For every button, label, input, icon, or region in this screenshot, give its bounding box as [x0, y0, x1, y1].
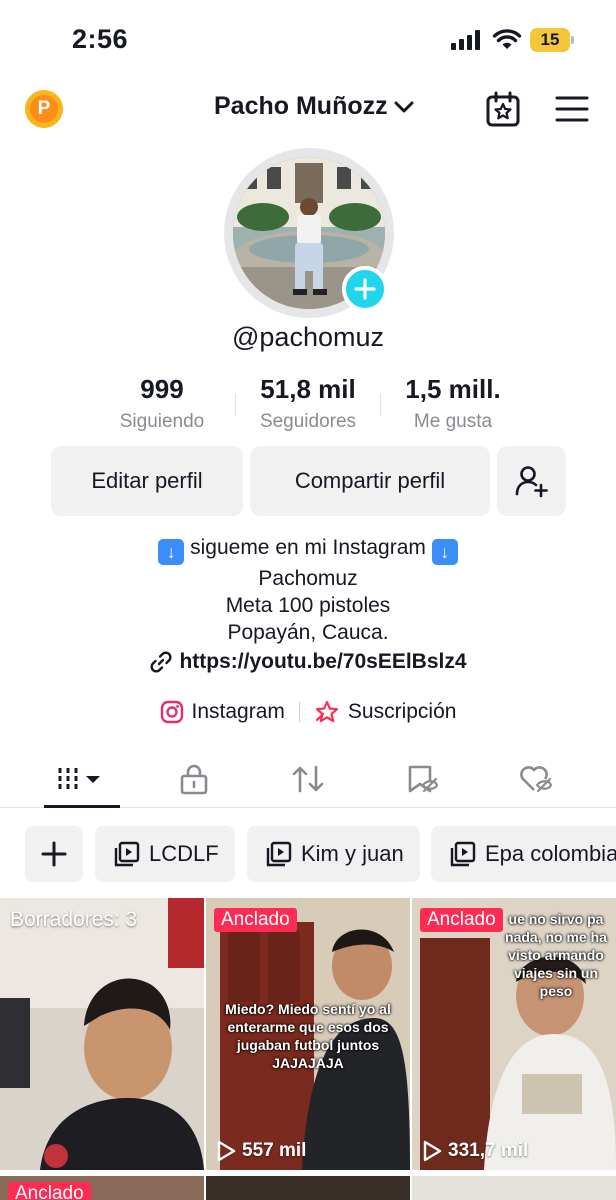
- stat-following-label: Siguiendo: [119, 411, 205, 432]
- calendar-star-icon[interactable]: [484, 90, 522, 128]
- view-count: 331,7 mil: [422, 1140, 528, 1162]
- social-links: Instagram Suscripción: [0, 700, 616, 724]
- bio-link-text: https://youtu.be/70sEElBslz4: [179, 650, 467, 673]
- add-story-button[interactable]: [342, 266, 388, 312]
- playlist-label: Kim y juan: [301, 841, 404, 866]
- playlist-chip[interactable]: LCDLF: [95, 826, 235, 882]
- username: @pachomuz: [232, 322, 384, 352]
- profile-bio: ↓ sigueme en mi Instagram ↓ Pachomuz Met…: [0, 534, 616, 646]
- playlist-icon: [450, 841, 476, 867]
- share-profile-button[interactable]: Compartir perfil: [250, 446, 490, 516]
- playlist-label: LCDLF: [149, 841, 219, 866]
- pinned-badge: Anclado: [214, 908, 297, 932]
- stat-followers-value: 51,8 mil: [260, 374, 356, 404]
- coin-icon[interactable]: P: [25, 90, 63, 128]
- stat-likes-label: Me gusta: [413, 411, 493, 432]
- video-thumbnail[interactable]: Anclado Miedo? Miedo sentí yo al enterar…: [206, 898, 410, 1170]
- view-count: 557 mil: [216, 1140, 306, 1162]
- bio-line-4: Popayán, Cauca.: [227, 621, 389, 644]
- video-thumbnail[interactable]: [412, 1176, 616, 1200]
- chevron-down-icon: [394, 101, 414, 112]
- bio-link[interactable]: https://youtu.be/70sEElBslz4: [0, 650, 616, 674]
- subscription-label: Suscripción: [347, 700, 457, 723]
- pinned-badge: Anclado: [8, 1182, 91, 1200]
- drafts-thumbnail[interactable]: Borradores: 3: [0, 898, 204, 1170]
- instagram-link[interactable]: Instagram: [160, 700, 285, 724]
- playlist-icon: [114, 841, 140, 867]
- status-time: 2:56: [72, 24, 129, 54]
- video-thumbnail[interactable]: Anclado ue no sirvo pa nada, no me ha vi…: [412, 898, 616, 1170]
- pinned-badge: Anclado: [420, 908, 503, 932]
- profile-tabs: [0, 750, 616, 808]
- subscription-link[interactable]: Suscripción: [314, 700, 457, 724]
- video-caption: Miedo? Miedo sentí yo al enterarme que e…: [225, 1001, 391, 1071]
- tab-saved[interactable]: [372, 750, 472, 808]
- heart-hidden-icon: [520, 766, 553, 793]
- instagram-label: Instagram: [191, 700, 285, 723]
- bio-line-3: Meta 100 pistoles: [225, 594, 391, 617]
- down-arrow-icon: ↓: [158, 539, 185, 565]
- video-thumbnail[interactable]: [206, 1176, 410, 1200]
- hamburger-menu-icon[interactable]: [555, 94, 589, 124]
- status-bar: 2:56 15: [0, 0, 616, 80]
- lock-icon: [180, 764, 208, 795]
- repost-icon: [292, 765, 324, 793]
- drafts-label: Borradores: 3: [10, 908, 138, 931]
- edit-profile-button[interactable]: Editar perfil: [51, 446, 243, 516]
- playlist-icon: [266, 841, 292, 867]
- video-thumbnail[interactable]: Anclado: [0, 1176, 204, 1200]
- stat-likes-value: 1,5 mill.: [405, 374, 501, 404]
- bio-line-1: ↓ sigueme en mi Instagram ↓: [0, 534, 616, 565]
- social-divider: [298, 702, 300, 722]
- instagram-icon: [160, 700, 183, 724]
- link-icon: [150, 651, 172, 673]
- active-tab-indicator: [44, 805, 120, 808]
- bookmark-hidden-icon: [408, 765, 439, 793]
- stat-likes[interactable]: 1,5 mill. Me gusta: [392, 374, 514, 433]
- battery-level: 15: [530, 28, 570, 52]
- videos-grid-icon: [58, 768, 100, 790]
- thumbnail-image: [0, 898, 204, 1170]
- tab-private[interactable]: [144, 750, 244, 808]
- add-playlist-button[interactable]: [25, 826, 83, 882]
- stat-followers-label: Seguidores: [259, 411, 357, 432]
- plus-icon: [354, 278, 376, 300]
- tab-videos[interactable]: [32, 750, 132, 808]
- down-arrow-icon: ↓: [431, 539, 458, 565]
- stat-divider: [235, 394, 236, 416]
- plus-icon: [41, 841, 67, 867]
- stat-following[interactable]: 999 Siguiendo: [102, 374, 222, 433]
- play-icon: [423, 1140, 442, 1162]
- profile-stats: 999 Siguiendo 51,8 mil Seguidores 1,5 mi…: [0, 374, 616, 444]
- bio-line-1-text: sigueme en mi Instagram: [190, 536, 426, 559]
- view-count-value: 331,7 mil: [448, 1140, 529, 1161]
- bio-line-2: Pachomuz: [258, 567, 358, 590]
- video-grid: Borradores: 3 Anclado Miedo? Miedo sentí…: [0, 898, 616, 1200]
- playlists-row: LCDLF Kim y juan Epa colombia: [0, 824, 616, 884]
- add-friends-button[interactable]: [497, 446, 566, 516]
- playlist-chip[interactable]: Kim y juan: [247, 826, 420, 882]
- subscription-star-icon: [315, 700, 339, 723]
- profile-header: P Pacho Muñozz: [0, 80, 616, 140]
- playlist-chip[interactable]: Epa colombia: [431, 826, 616, 882]
- battery-icon: 15: [530, 28, 574, 52]
- add-user-icon: [515, 466, 548, 498]
- view-count-value: 557 mil: [242, 1140, 307, 1161]
- tab-reposts[interactable]: [258, 750, 358, 808]
- coin-letter: P: [30, 95, 58, 123]
- stat-followers[interactable]: 51,8 mil Seguidores: [243, 374, 373, 433]
- playlist-label: Epa colombia: [485, 841, 616, 866]
- stat-following-value: 999: [140, 374, 184, 404]
- wifi-icon: [492, 29, 522, 49]
- profile-name: Pacho Muñozz: [214, 92, 388, 120]
- account-switcher[interactable]: Pacho Muñozz: [214, 92, 414, 121]
- stat-divider: [380, 394, 381, 416]
- tab-liked[interactable]: [486, 750, 586, 808]
- cellular-signal-icon: [451, 30, 480, 50]
- video-caption: ue no sirvo pa nada, no me ha visto arma…: [505, 911, 607, 999]
- play-icon: [217, 1140, 236, 1162]
